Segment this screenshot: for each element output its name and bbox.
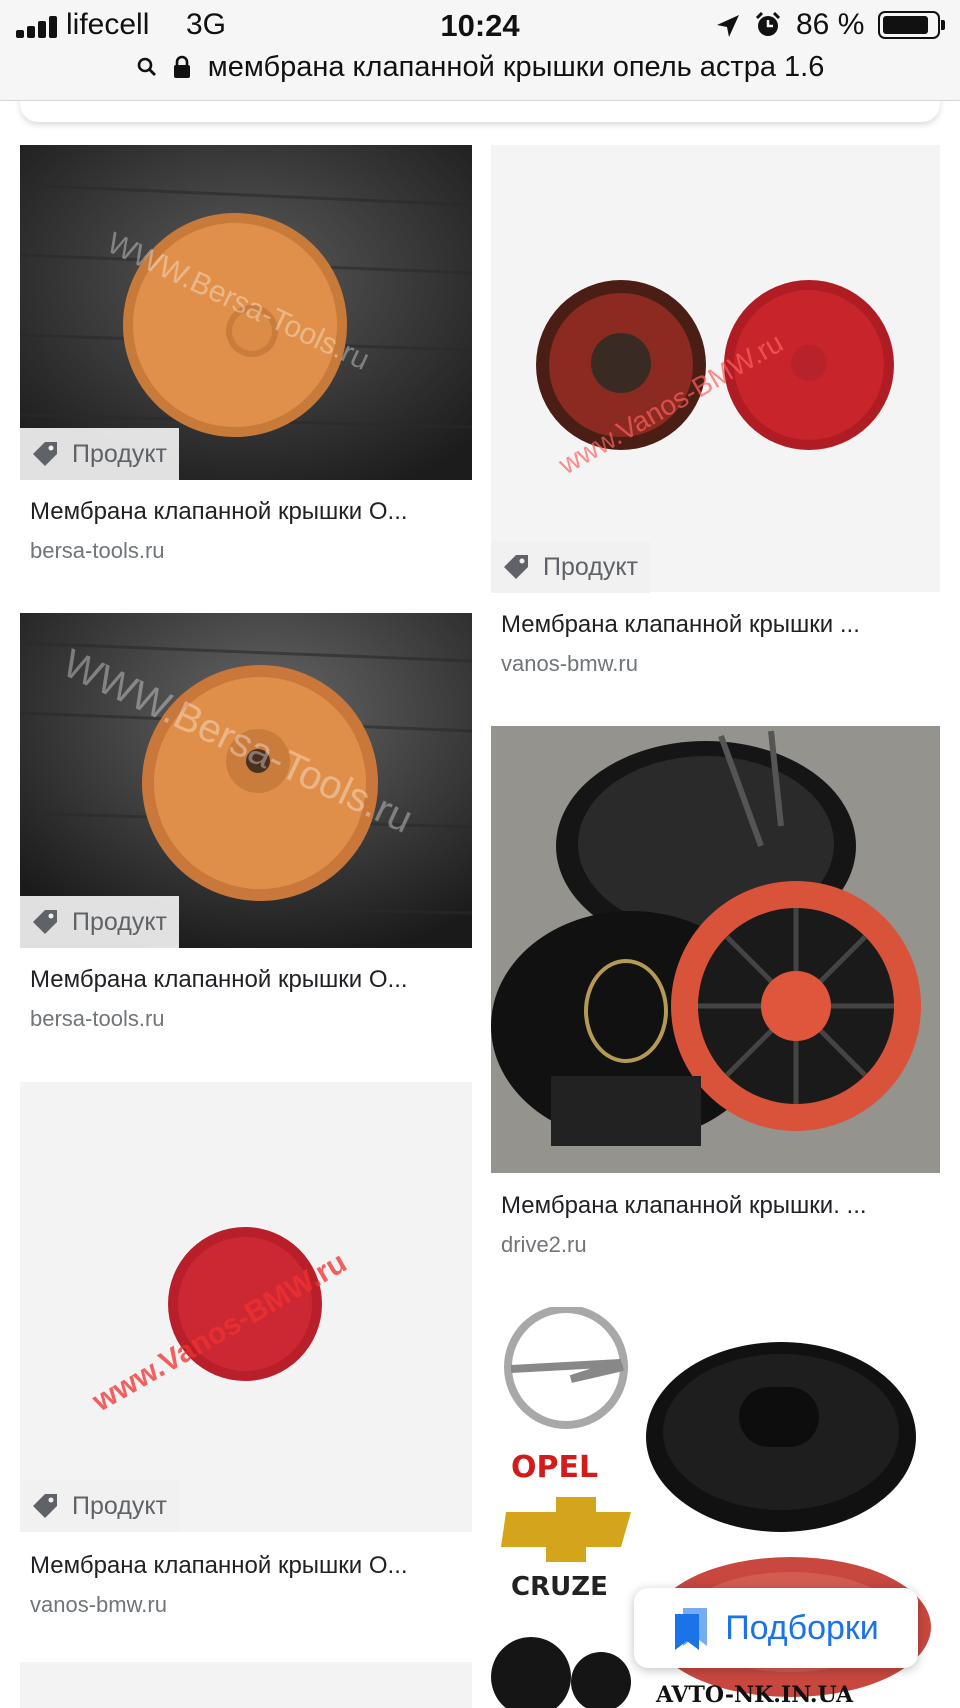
result-card[interactable]: www.Vanos-BMW.ru Продукт Мембрана клапан…: [20, 1082, 472, 1622]
result-source[interactable]: bersa-tools.ru: [30, 1006, 165, 1032]
product-badge: Продукт: [491, 541, 650, 593]
tag-icon: [33, 910, 57, 934]
result-card[interactable]: Мембрана клапанной крышки. ... drive2.ru: [491, 726, 940, 1266]
result-card[interactable]: WWW.Bersa-Tools.ru Продукт Мембрана клап…: [20, 145, 472, 575]
badge-label: Продукт: [543, 552, 638, 581]
location-arrow-icon: [717, 15, 739, 37]
result-title[interactable]: Мембрана клапанной крышки. ...: [501, 1192, 930, 1220]
result-card[interactable]: [20, 1662, 472, 1708]
result-thumbnail[interactable]: [491, 726, 940, 1173]
product-badge: Продукт: [20, 1480, 179, 1532]
result-source[interactable]: vanos-bmw.ru: [30, 1592, 167, 1618]
result-thumbnail[interactable]: www.Vanos-BMW.ru: [491, 145, 940, 592]
result-card[interactable]: WWW.Bersa-Tools.ru Продукт Мембрана клап…: [20, 613, 472, 1043]
result-card[interactable]: www.Vanos-BMW.ru Продукт Мембрана клапан…: [491, 145, 940, 685]
result-title[interactable]: Мембрана клапанной крышки О...: [30, 1552, 460, 1580]
result-source[interactable]: vanos-bmw.ru: [501, 651, 638, 677]
result-title[interactable]: Мембрана клапанной крышки ...: [501, 611, 930, 639]
badge-label: Продукт: [72, 907, 167, 936]
browser-top-bar: lifecell 3G 10:24 86 % мембрана клапанно…: [0, 0, 960, 101]
lock-icon: [173, 56, 190, 79]
battery-percentage: 86 %: [796, 8, 865, 41]
image-brand-text: AVTO-NK.IN.UA: [655, 1682, 854, 1708]
product-badge: Продукт: [20, 428, 179, 480]
image-brand-text: OPEL: [511, 1450, 598, 1485]
tag-icon: [504, 555, 528, 579]
search-icon: [137, 58, 156, 77]
bookmarks-icon: [675, 1608, 708, 1650]
product-badge: Продукт: [20, 896, 179, 948]
badge-label: Продукт: [72, 1491, 167, 1520]
result-thumbnail[interactable]: www.Vanos-BMW.ru: [20, 1082, 472, 1532]
address-bar[interactable]: мембрана клапанной крышки опель астра 1.…: [0, 50, 960, 90]
battery-icon: [878, 11, 945, 39]
tag-icon: [33, 442, 57, 466]
search-query-text: мембрана клапанной крышки опель астра 1.…: [207, 50, 825, 83]
badge-label: Продукт: [72, 439, 167, 468]
alarm-clock-icon: [755, 11, 781, 36]
result-source[interactable]: bersa-tools.ru: [30, 538, 165, 564]
result-title[interactable]: Мембрана клапанной крышки О...: [30, 498, 460, 526]
collections-button[interactable]: Подборки: [634, 1588, 918, 1668]
tag-icon: [33, 1494, 57, 1518]
collections-label: Подборки: [725, 1608, 879, 1647]
result-title[interactable]: Мембрана клапанной крышки О...: [30, 966, 460, 994]
image-brand-text: CRUZE: [511, 1572, 608, 1602]
status-bar: lifecell 3G 10:24 86 %: [0, 0, 960, 52]
result-source[interactable]: drive2.ru: [501, 1232, 587, 1258]
